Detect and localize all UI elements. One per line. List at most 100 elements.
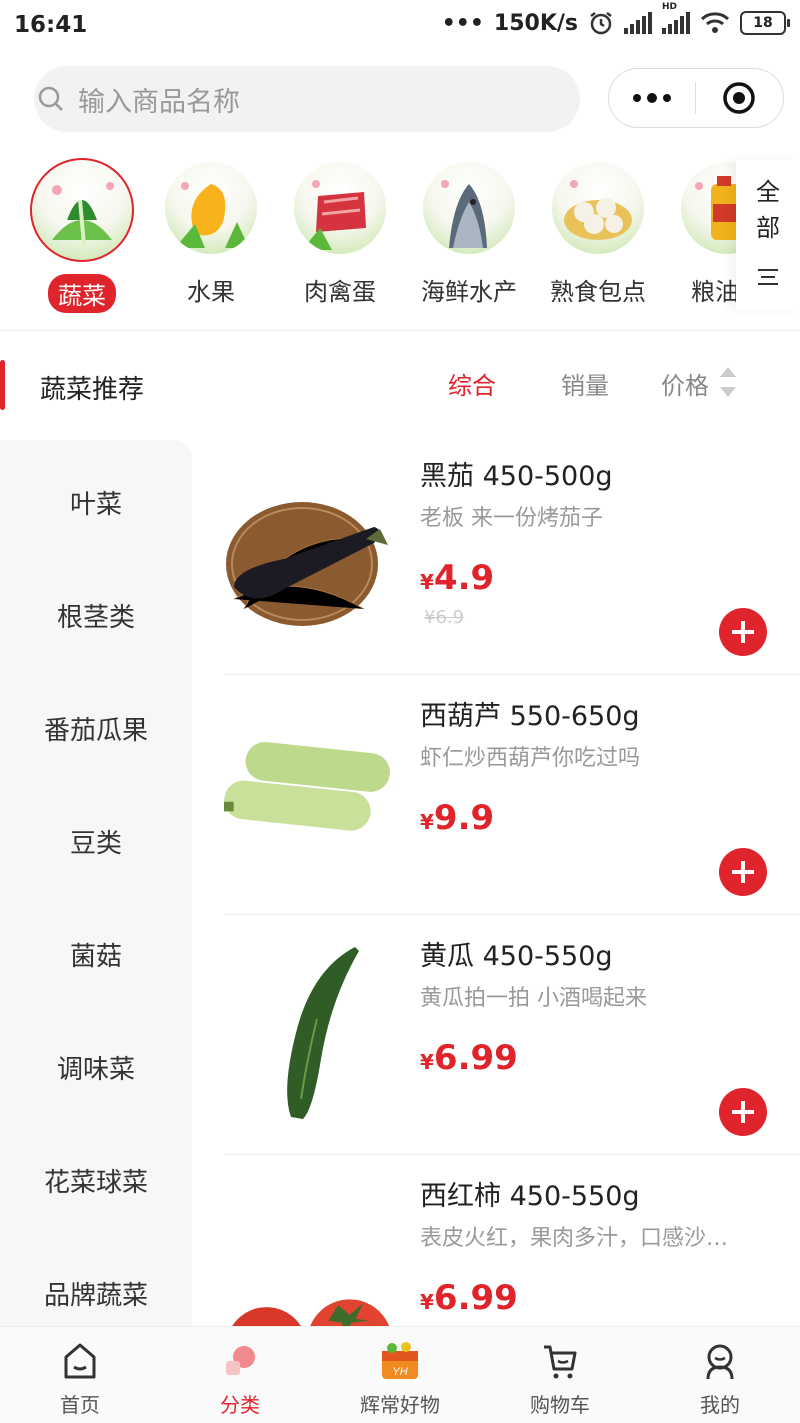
tab-label: 首页	[60, 1393, 100, 1417]
left-nav-item[interactable]: 菌菇	[0, 936, 192, 973]
product-image-cucumber	[224, 914, 398, 1154]
price-value: 6.99	[433, 1278, 518, 1318]
profile-icon	[660, 1333, 780, 1389]
price-value: 4.9	[433, 558, 495, 598]
product-image-eggplant	[224, 434, 398, 674]
left-nav-item[interactable]: 品牌蔬菜	[0, 1275, 192, 1312]
tab-featured[interactable]: YH 辉常好物	[340, 1333, 460, 1418]
sort-arrows-icon	[720, 367, 736, 397]
product-name: 黄瓜 450-550g	[420, 941, 613, 972]
active-indicator	[0, 360, 5, 410]
category-image-seafood	[423, 162, 515, 254]
tab-label: 辉常好物	[360, 1393, 440, 1417]
signal-hd-icon: HD	[662, 2, 690, 34]
plus-icon	[732, 1101, 754, 1123]
category-label: 水果	[187, 278, 235, 306]
currency-symbol: ¥	[420, 1290, 434, 1314]
product-name: 黑茄 450-500g	[420, 461, 613, 492]
sort-sales[interactable]: 销量	[561, 366, 609, 401]
product-image-zucchini	[224, 674, 398, 914]
tab-profile[interactable]: 我的	[660, 1333, 780, 1418]
product-card[interactable]: 西葫芦 550-650g 虾仁炒西葫芦你吃过吗 ¥9.9	[224, 674, 800, 915]
category-deli[interactable]: 熟食包点	[542, 162, 654, 307]
signal-icon	[624, 12, 652, 34]
product-price: ¥6.99	[420, 1278, 518, 1318]
category-seafood[interactable]: 海鲜水产	[413, 162, 525, 307]
price-value: 9.9	[433, 798, 495, 838]
status-indicators: ••• 150K/s HD 18	[441, 2, 790, 36]
alarm-icon	[590, 12, 612, 35]
left-nav-item[interactable]: 花菜球菜	[0, 1162, 192, 1199]
home-icon	[20, 1333, 140, 1389]
category-fruit[interactable]: 水果	[155, 162, 267, 307]
all-categories-button[interactable]: 全 部	[736, 160, 800, 310]
bottom-tab-bar: 首页 分类 YH 辉常好物 购物车 我的	[0, 1326, 800, 1423]
close-program-button[interactable]	[696, 69, 782, 127]
plus-icon	[732, 621, 754, 643]
product-card[interactable]: 黄瓜 450-550g 黄瓜拍一拍 小酒喝起来 ¥6.99	[224, 914, 800, 1155]
cart-icon	[500, 1333, 620, 1389]
category-icon	[180, 1333, 300, 1389]
product-name: 西葫芦 550-650g	[420, 701, 640, 732]
category-meat[interactable]: 肉禽蛋	[284, 162, 396, 307]
left-nav-item[interactable]: 根茎类	[0, 597, 192, 634]
network-type: HD	[662, 2, 678, 12]
sort-comprehensive[interactable]: 综合	[448, 366, 496, 401]
category-label: 熟食包点	[550, 278, 646, 306]
left-nav-item[interactable]: 豆类	[0, 823, 192, 860]
left-nav-header-label: 蔬菜推荐	[40, 375, 145, 405]
category-label: 蔬菜	[48, 274, 116, 313]
product-desc: 老板 来一份烤茄子	[420, 506, 603, 531]
add-to-cart-button[interactable]	[719, 1088, 767, 1136]
category-image-vegetables	[30, 158, 134, 262]
category-image-deli	[552, 162, 644, 254]
currency-symbol: ¥	[420, 1050, 434, 1074]
dot-icon	[633, 94, 641, 102]
plus-icon	[732, 861, 754, 883]
product-price: ¥4.9	[420, 558, 494, 598]
original-price: ¥6.9	[424, 607, 465, 628]
dot-icon	[647, 93, 657, 103]
tab-cart[interactable]: 购物车	[500, 1333, 620, 1418]
category-vegetables[interactable]: 蔬菜	[26, 158, 138, 313]
product-desc: 表皮火红，果肉多汁，口感沙…	[420, 1226, 729, 1251]
product-name: 西红柿 450-550g	[420, 1181, 640, 1212]
menu-icon	[758, 269, 778, 285]
more-dots: •••	[441, 10, 484, 36]
tab-category[interactable]: 分类	[180, 1333, 300, 1418]
product-price: ¥6.99	[420, 1038, 518, 1078]
svg-text:YH: YH	[392, 1366, 407, 1378]
add-to-cart-button[interactable]	[719, 848, 767, 896]
category-scroller[interactable]: 蔬菜 水果 肉禽蛋 海鲜水产 熟食包点 粮油调	[0, 150, 800, 331]
wifi-icon	[700, 12, 730, 33]
add-to-cart-button[interactable]	[719, 608, 767, 656]
yh-gift-icon: YH	[340, 1333, 460, 1389]
battery-icon: 18	[740, 11, 790, 35]
sort-price[interactable]: 价格	[661, 366, 709, 401]
category-image-fruit	[165, 162, 257, 254]
all-label-line1: 全	[756, 178, 780, 206]
category-label: 海鲜水产	[421, 278, 517, 306]
all-label-line2: 部	[756, 214, 780, 242]
left-nav-header[interactable]: 蔬菜推荐	[0, 355, 192, 415]
currency-symbol: ¥	[420, 810, 434, 834]
network-speed: 150K/s	[493, 10, 578, 36]
left-nav-item[interactable]: 调味菜	[0, 1049, 192, 1086]
product-desc: 黄瓜拍一拍 小酒喝起来	[420, 986, 647, 1011]
left-nav-item[interactable]: 叶菜	[0, 484, 192, 521]
status-time: 16:41	[14, 12, 88, 38]
tab-home[interactable]: 首页	[20, 1333, 140, 1418]
status-bar: 16:41 ••• 150K/s HD 18	[0, 0, 800, 52]
target-icon	[723, 82, 755, 114]
more-menu-button[interactable]	[609, 69, 695, 127]
tab-label: 我的	[700, 1393, 740, 1417]
battery-level: 18	[753, 15, 773, 31]
mini-program-capsule	[608, 68, 784, 128]
search-input[interactable]: 输入商品名称	[34, 66, 580, 132]
product-card[interactable]: 黑茄 450-500g 老板 来一份烤茄子 ¥4.9 ¥6.9	[224, 434, 800, 675]
left-nav-item[interactable]: 番茄瓜果	[0, 710, 192, 747]
category-label: 肉禽蛋	[304, 278, 376, 306]
tab-label: 分类	[220, 1393, 260, 1417]
currency-symbol: ¥	[420, 570, 434, 594]
search-placeholder: 输入商品名称	[78, 86, 240, 118]
